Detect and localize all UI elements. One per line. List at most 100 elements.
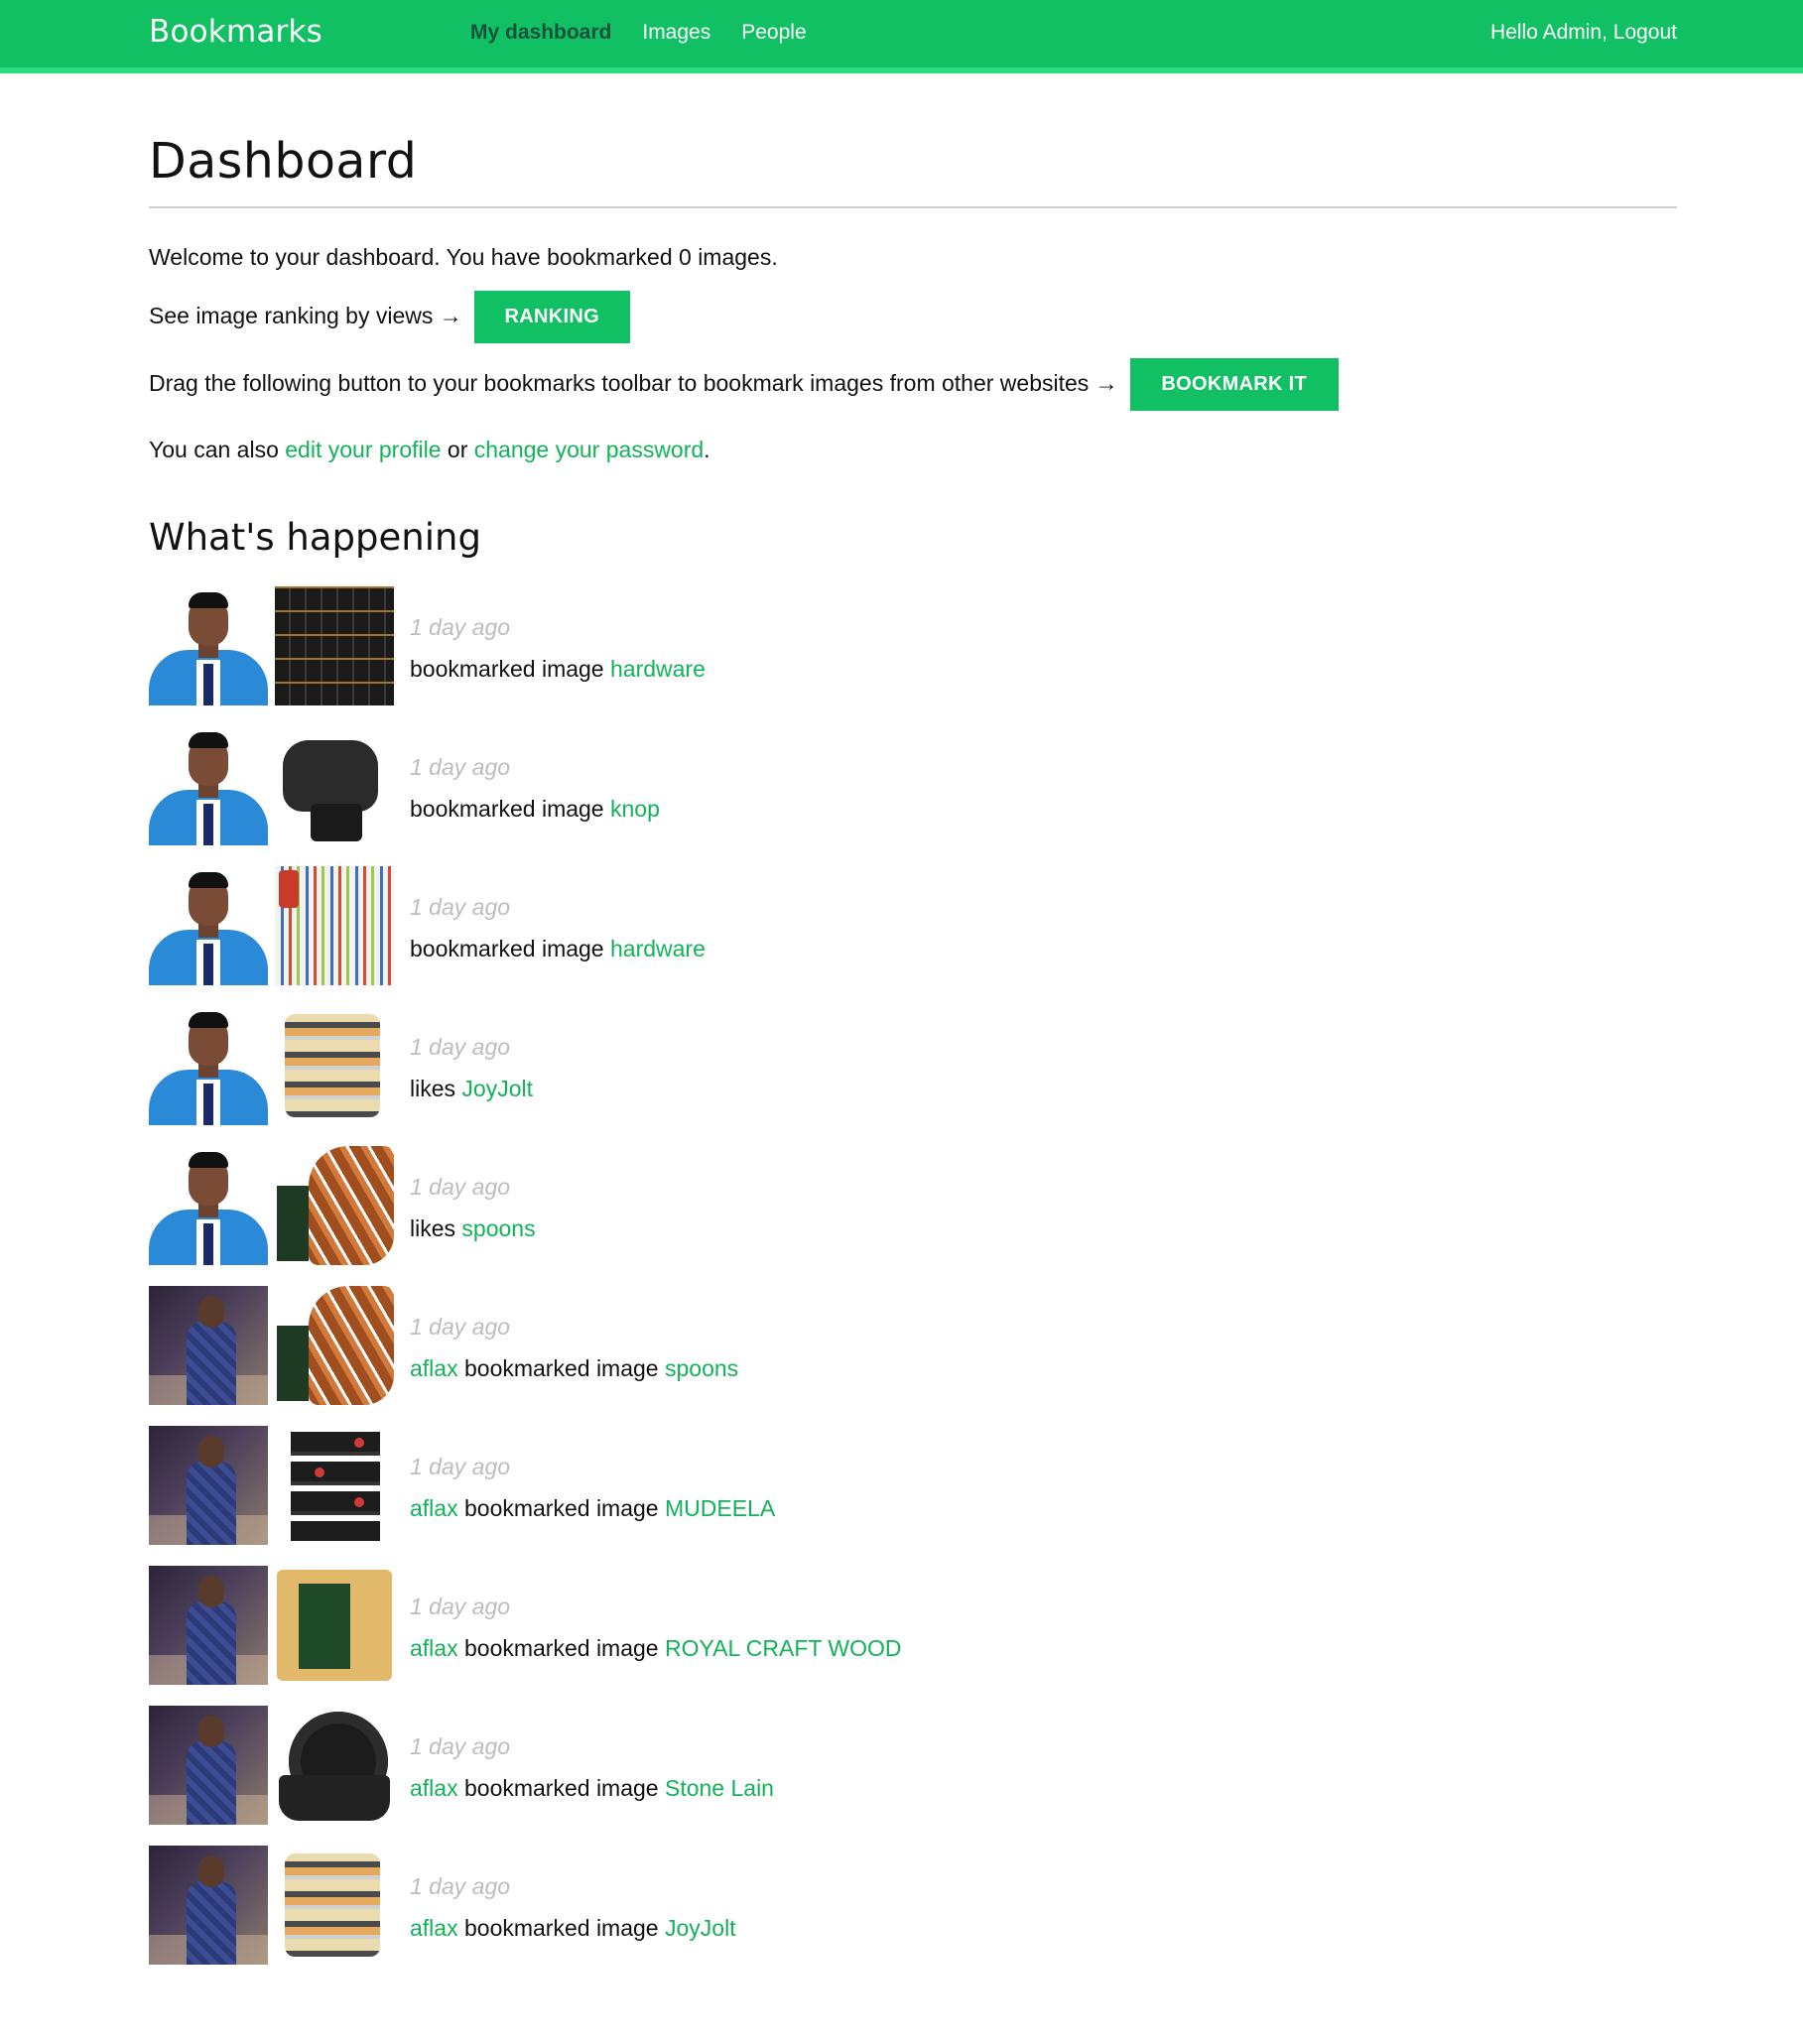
activity-item: 1 day ago aflax bookmarked image Stone La…	[149, 1706, 1677, 1846]
title-divider	[149, 206, 1677, 208]
activity-target-link[interactable]: knop	[610, 796, 660, 822]
activity-verb: bookmarked image	[410, 936, 604, 962]
whats-happening-title: What's happening	[149, 516, 481, 560]
image-thumbnail[interactable]	[275, 1426, 394, 1546]
image-thumbnail[interactable]	[275, 726, 394, 846]
image-thumbnail[interactable]	[275, 586, 394, 706]
activity-time: 1 day ago	[410, 1174, 511, 1201]
image-thumbnail[interactable]	[275, 1286, 394, 1406]
activity-target-link[interactable]: spoons	[665, 1355, 738, 1381]
activity-time: 1 day ago	[410, 1594, 511, 1620]
activity-target-link[interactable]: ROYAL CRAFT WOOD	[665, 1635, 902, 1661]
activity-verb: bookmarked image	[463, 1495, 659, 1522]
nav-people[interactable]: People	[741, 21, 806, 45]
activity-target-link[interactable]: hardware	[610, 936, 706, 961]
image-thumbnail[interactable]	[275, 866, 394, 986]
user-avatar[interactable]	[149, 866, 268, 986]
user-avatar[interactable]	[149, 1426, 268, 1546]
profile-links: You can also edit your profile or change…	[149, 437, 1677, 464]
activity-info: 1 day ago aflax bookmarked image JoyJolt	[410, 1846, 736, 1942]
activity-text: likes JoyJolt	[410, 1076, 533, 1102]
user-avatar[interactable]	[149, 726, 268, 846]
activity-user-link[interactable]: aflax	[410, 1495, 458, 1521]
links-prefix: You can also	[149, 436, 279, 462]
activity-target-link[interactable]: spoons	[461, 1215, 535, 1241]
image-thumbnail[interactable]	[275, 1846, 394, 1966]
activity-info: 1 day ago bookmarked image knop	[410, 726, 660, 823]
activity-verb: bookmarked image	[463, 1355, 659, 1382]
activity-target-link[interactable]: MUDEELA	[665, 1495, 775, 1521]
edit-profile-link[interactable]: edit your profile	[285, 437, 441, 462]
activity-target-link[interactable]: JoyJolt	[665, 1915, 736, 1941]
logout-link[interactable]: Logout	[1613, 21, 1677, 44]
activity-info: 1 day ago aflax bookmarked image ROYAL CR…	[410, 1566, 902, 1662]
activity-time: 1 day ago	[410, 1454, 511, 1480]
bookmarklet-row: Drag the following button to your bookma…	[149, 357, 1677, 411]
activity-info: 1 day ago aflax bookmarked image spoons	[410, 1286, 738, 1382]
page-title: Dashboard	[149, 133, 418, 190]
activity-text: aflax bookmarked image Stone Lain	[410, 1775, 774, 1802]
activity-target-link[interactable]: Stone Lain	[665, 1775, 774, 1801]
user-avatar[interactable]	[149, 1706, 268, 1826]
activity-text: bookmarked image hardware	[410, 936, 706, 962]
activity-verb: bookmarked image	[410, 656, 604, 683]
user-avatar[interactable]	[149, 1006, 268, 1126]
user-greeting: Hello Admin,	[1490, 21, 1608, 44]
app-logo[interactable]: Bookmarks	[149, 14, 322, 50]
activity-time: 1 day ago	[410, 894, 511, 921]
activity-verb: bookmarked image	[463, 1635, 659, 1662]
activity-user-link[interactable]: aflax	[410, 1915, 458, 1941]
activity-verb: bookmarked image	[410, 796, 604, 823]
activity-user-link[interactable]: aflax	[410, 1775, 458, 1801]
activity-text: bookmarked image hardware	[410, 656, 706, 683]
activity-verb: bookmarked image	[463, 1775, 659, 1802]
ranking-row: See image ranking by views → RANKING	[149, 290, 1677, 343]
links-or: or	[447, 436, 468, 462]
activity-item: 1 day ago likes JoyJolt	[149, 1006, 1677, 1146]
activity-target-link[interactable]: hardware	[610, 656, 706, 682]
activity-item: 1 day ago aflax bookmarked image MUDEELA	[149, 1426, 1677, 1566]
user-avatar[interactable]	[149, 1286, 268, 1406]
main-content: Dashboard Welcome to your dashboard. You…	[149, 73, 1677, 1985]
user-avatar[interactable]	[149, 586, 268, 706]
user-avatar[interactable]	[149, 1566, 268, 1686]
activity-item: 1 day ago aflax bookmarked image JoyJolt	[149, 1846, 1677, 1985]
activity-verb: bookmarked image	[463, 1915, 659, 1942]
user-avatar[interactable]	[149, 1146, 268, 1266]
top-navbar: Bookmarks My dashboard Images People Hel…	[0, 0, 1803, 73]
nav-my-dashboard[interactable]: My dashboard	[470, 21, 611, 45]
activity-text: aflax bookmarked image MUDEELA	[410, 1495, 775, 1522]
activity-time: 1 day ago	[410, 1314, 511, 1341]
activity-item: 1 day ago aflax bookmarked image spoons	[149, 1286, 1677, 1426]
bookmark-it-button[interactable]: BOOKMARK IT	[1129, 357, 1339, 411]
activity-item: 1 day ago likes spoons	[149, 1146, 1677, 1286]
activity-info: 1 day ago aflax bookmarked image Stone La…	[410, 1706, 774, 1802]
ranking-button[interactable]: RANKING	[473, 290, 630, 343]
activity-text: aflax bookmarked image spoons	[410, 1355, 738, 1382]
activity-time: 1 day ago	[410, 754, 511, 781]
nav-images[interactable]: Images	[642, 21, 710, 45]
activity-target-link[interactable]: JoyJolt	[461, 1076, 533, 1101]
activity-info: 1 day ago aflax bookmarked image MUDEELA	[410, 1426, 775, 1522]
activity-item: 1 day ago bookmarked image knop	[149, 726, 1677, 866]
activity-text: aflax bookmarked image ROYAL CRAFT WOOD	[410, 1635, 902, 1662]
change-password-link[interactable]: change your password	[474, 437, 704, 462]
activity-time: 1 day ago	[410, 1873, 511, 1900]
activity-info: 1 day ago bookmarked image hardware	[410, 866, 706, 962]
activity-verb: likes	[410, 1215, 456, 1242]
image-thumbnail[interactable]	[275, 1146, 394, 1266]
user-area: Hello Admin, Logout	[1490, 21, 1677, 45]
activity-user-link[interactable]: aflax	[410, 1355, 458, 1381]
image-thumbnail[interactable]	[275, 1566, 394, 1686]
image-thumbnail[interactable]	[275, 1706, 394, 1826]
image-thumbnail[interactable]	[275, 1006, 394, 1126]
ranking-text: See image ranking by views →	[149, 303, 462, 329]
user-avatar[interactable]	[149, 1846, 268, 1966]
activity-time: 1 day ago	[410, 614, 511, 641]
activity-item: 1 day ago bookmarked image hardware	[149, 866, 1677, 1006]
main-nav: My dashboard Images People	[470, 21, 807, 45]
activity-user-link[interactable]: aflax	[410, 1635, 458, 1661]
activity-info: 1 day ago bookmarked image hardware	[410, 586, 706, 683]
activity-info: 1 day ago likes JoyJolt	[410, 1006, 533, 1102]
activity-verb: likes	[410, 1076, 456, 1102]
